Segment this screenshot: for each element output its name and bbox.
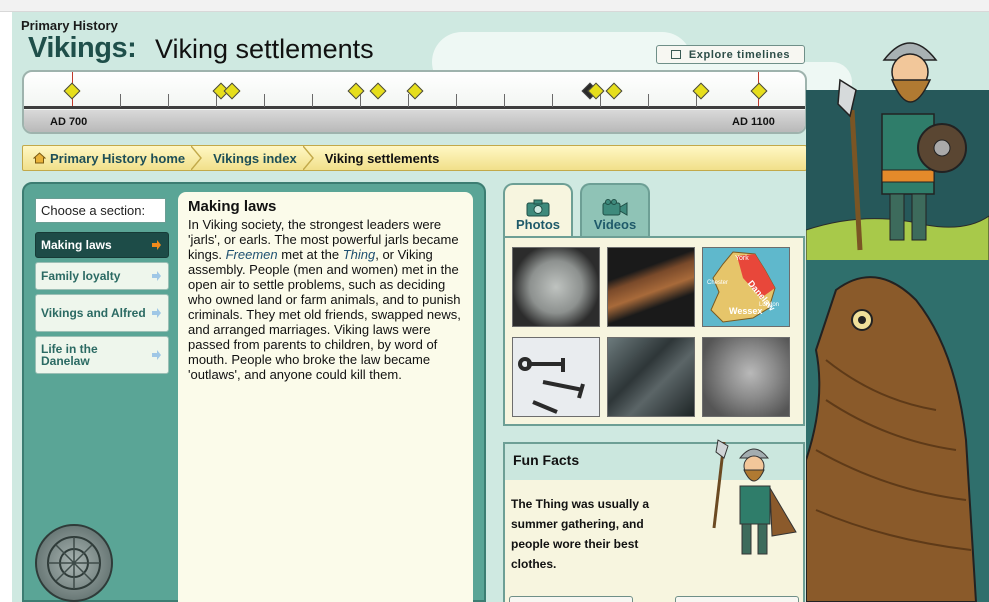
map-label: London — [759, 302, 779, 308]
choose-section-label: Choose a section: — [35, 198, 166, 223]
breadcrumb: Primary History home Vikings index Vikin… — [22, 145, 807, 171]
explore-timelines-button[interactable]: Explore timelines — [656, 45, 805, 64]
camera-icon — [526, 199, 550, 217]
arrow-right-icon — [152, 308, 161, 318]
map-label: Wessex — [729, 306, 762, 316]
photo-thumb-coin-portrait[interactable] — [702, 337, 790, 417]
browser-top-strip — [0, 0, 989, 12]
map-label: York — [735, 255, 749, 262]
timeline-event-diamond[interactable] — [63, 82, 81, 100]
section-label: Vikings and Alfred — [41, 306, 146, 320]
video-camera-icon — [602, 199, 628, 216]
section-family-loyalty[interactable]: Family loyalty — [35, 262, 169, 290]
section-making-laws[interactable]: Making laws — [35, 232, 169, 258]
timeline-event-diamond[interactable] — [750, 82, 768, 100]
tab-videos-label: Videos — [593, 217, 637, 232]
breadcrumb-current: Viking settlements — [315, 146, 458, 170]
timeline-event-diamond[interactable] — [369, 82, 387, 100]
timeline-tick — [360, 94, 361, 107]
section-label: Life in the Danelaw — [41, 342, 98, 368]
photo-thumb-comb[interactable] — [607, 247, 695, 327]
timeline-tick — [264, 94, 265, 107]
timeline-end-label: AD 1100 — [732, 116, 775, 128]
tab-videos[interactable]: Videos — [580, 183, 650, 237]
viking-brooch-medallion — [35, 524, 113, 602]
term-thing: Thing — [342, 247, 376, 262]
breadcrumb-home[interactable]: Primary History home — [23, 146, 203, 170]
fun-facts-panel: Fun Facts The Thing was usually a summer… — [503, 439, 805, 602]
term-freemen: Freemen — [225, 247, 278, 262]
photo-gallery: York Danelaw Wessex London Chester — [503, 236, 805, 426]
arrow-right-icon — [152, 271, 161, 281]
timeline-tick — [504, 94, 505, 107]
explore-timelines-label: Explore timelines — [688, 48, 791, 61]
timeline-tick — [408, 94, 409, 107]
timeline-tick — [600, 94, 601, 107]
timeline-tick — [552, 94, 553, 107]
article-body: In Viking society, the strongest leaders… — [188, 217, 463, 382]
photo-thumb-keys[interactable] — [512, 337, 600, 417]
breadcrumb-vikings-index[interactable]: Vikings index — [203, 146, 315, 170]
fun-facts-text: The Thing was usually a summer gathering… — [511, 497, 650, 571]
timeline[interactable]: AD 700 AD 1100 — [22, 70, 807, 134]
breadcrumb-index-label: Vikings index — [213, 150, 297, 166]
site-name[interactable]: Primary History — [21, 18, 118, 33]
tab-photos[interactable]: Photos — [503, 183, 573, 237]
next-fact-button[interactable] — [675, 596, 799, 602]
article-text: , or Viking assembly. People (men and wo… — [188, 247, 461, 382]
map-label: Chester — [707, 280, 728, 286]
section-vikings-and-alfred[interactable]: Vikings and Alfred — [35, 294, 169, 332]
article-heading: Making laws — [188, 198, 277, 215]
breadcrumb-separator — [191, 146, 203, 170]
tab-photos-label: Photos — [515, 217, 561, 232]
timeline-tick — [120, 94, 121, 107]
prev-fact-button[interactable] — [509, 596, 633, 602]
timeline-tick — [456, 94, 457, 107]
article-content: Making laws In Viking society, the stron… — [178, 192, 473, 602]
page-title-main: Vikings: — [28, 32, 137, 64]
home-icon — [32, 152, 47, 164]
section-label: Family loyalty — [41, 269, 121, 283]
timeline-start-label: AD 700 — [50, 116, 88, 128]
section-life-in-the-danelaw[interactable]: Life in the Danelaw — [35, 336, 169, 374]
timeline-event-diamond[interactable] — [406, 82, 424, 100]
timeline-axis — [24, 106, 805, 109]
timeline-event-diamond[interactable] — [605, 82, 623, 100]
arrow-right-icon — [152, 350, 161, 360]
timeline-tick — [648, 94, 649, 107]
photo-thumb-danelaw-map[interactable]: York Danelaw Wessex London Chester — [702, 247, 790, 327]
timeline-event-diamond[interactable] — [347, 82, 365, 100]
page-title-sub: Viking settlements — [155, 34, 374, 64]
viking-character-illustration — [712, 439, 797, 555]
timeline-tick — [168, 94, 169, 107]
timeline-footer: AD 700 AD 1100 — [24, 110, 805, 132]
breadcrumb-separator — [302, 146, 314, 170]
breadcrumb-current-label: Viking settlements — [324, 150, 440, 166]
photo-thumb-excavation[interactable] — [607, 337, 695, 417]
photo-thumb-coin[interactable] — [512, 247, 600, 327]
breadcrumb-home-label: Primary History home — [50, 150, 186, 166]
section-label: Making laws — [41, 238, 112, 252]
timeline-event-diamond[interactable] — [223, 82, 241, 100]
viking-and-ship-illustration — [806, 42, 989, 602]
timeline-tick — [312, 94, 313, 107]
article-text: met at the — [281, 247, 340, 262]
timeline-icon — [670, 50, 681, 59]
arrow-right-icon — [152, 240, 161, 250]
